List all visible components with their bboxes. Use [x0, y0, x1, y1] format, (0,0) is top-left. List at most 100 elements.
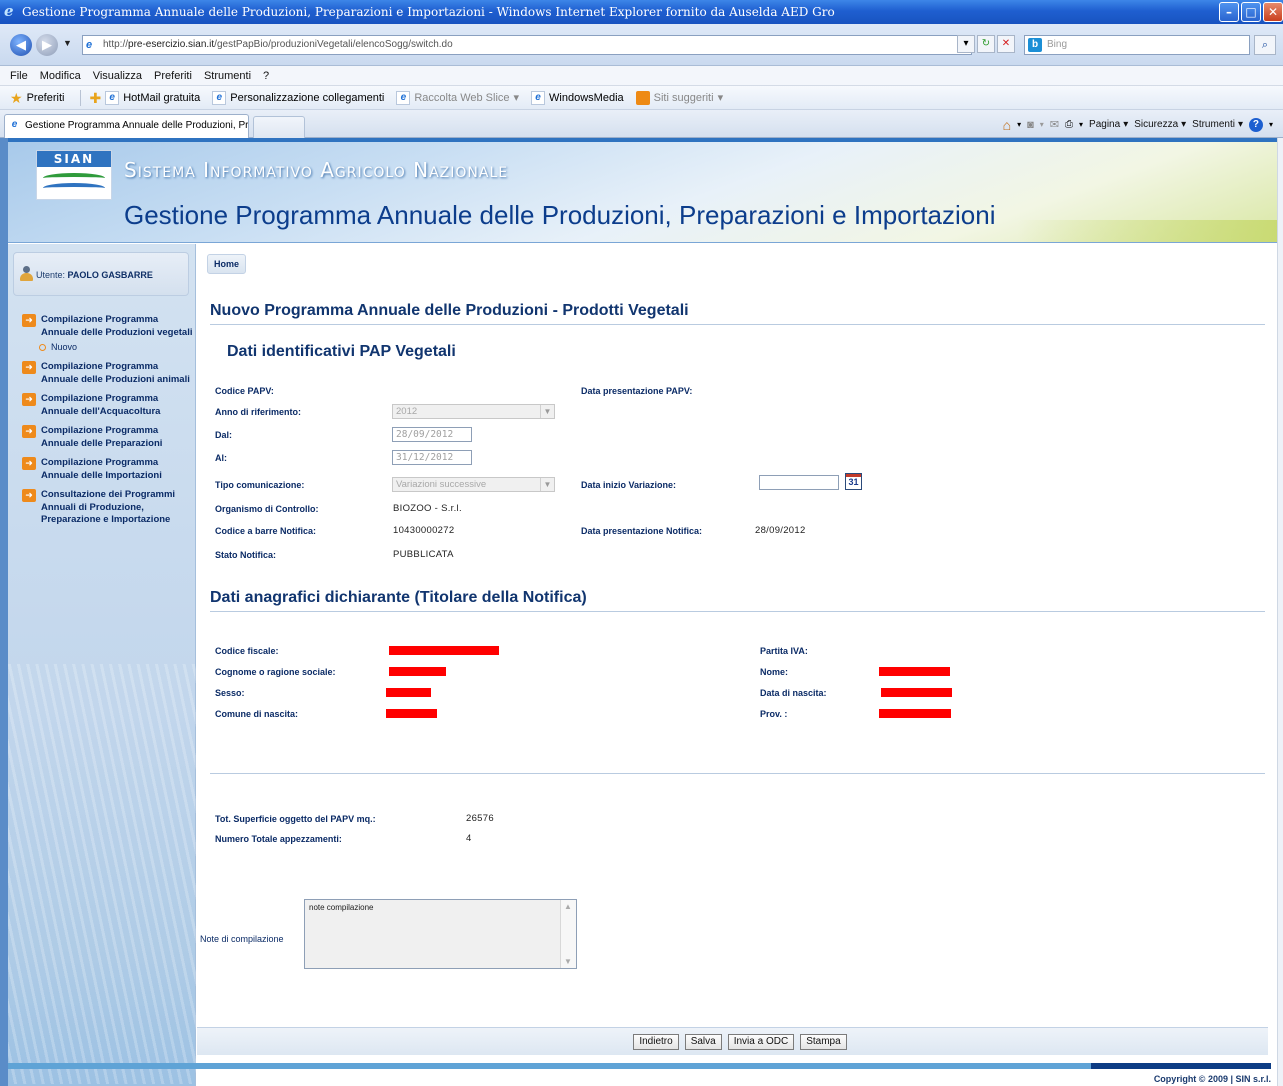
menu-help[interactable]: ? — [257, 66, 275, 85]
command-bar: ⌂ ▾ ◙ ▾ ✉ ⎙ ▾ Pagina ▾ Sicurezza ▾ Strument… — [1002, 116, 1273, 134]
notes-scrollbar[interactable]: ▲ ▼ — [560, 900, 576, 968]
stato-notifica-value: PUBBLICATA — [393, 549, 454, 560]
chevron-down-icon: ▼ — [540, 478, 554, 491]
fav-web-slice[interactable]: e Raccolta Web Slice ▾ — [396, 86, 519, 110]
arrow-right-icon: ➜ — [22, 393, 36, 406]
redaction-bar — [386, 688, 431, 697]
anno-label: Anno di riferimento: — [215, 407, 301, 417]
menu-pagina[interactable]: Pagina ▾ — [1089, 116, 1128, 134]
fav-hotmail[interactable]: e HotMail gratuita — [105, 86, 200, 110]
new-tab-button[interactable] — [253, 116, 305, 138]
breadcrumb-home[interactable]: Home — [207, 254, 247, 274]
nome-label: Nome: — [760, 667, 789, 677]
stampa-button[interactable]: Stampa — [800, 1034, 847, 1050]
calendar-icon[interactable]: 31 — [845, 473, 862, 490]
redaction-bar — [879, 667, 950, 676]
al-field[interactable]: 31/12/2012 — [392, 450, 472, 465]
fav-siti-suggeriti[interactable]: Siti suggeriti ▾ — [635, 86, 723, 110]
rss-icon[interactable]: ◙ — [1027, 116, 1034, 134]
home-icon[interactable]: ⌂ — [1003, 116, 1011, 134]
scroll-up-icon[interactable]: ▲ — [564, 902, 572, 911]
sidebar-item-importazioni[interactable]: ➜ Compilazione Programma Annuale delle I… — [22, 457, 194, 482]
notes-label: Note di compilazione — [200, 934, 284, 944]
invia-odc-button[interactable]: Invia a ODC — [727, 1034, 795, 1050]
sidebar-item-consultazione[interactable]: ➜ Consultazione dei Programmi Annuali di… — [22, 489, 194, 527]
ie-page-icon: e — [396, 90, 411, 105]
redaction-bar — [386, 709, 437, 718]
search-input[interactable]: b Bing — [1024, 35, 1250, 55]
system-name: Sistema Informativo Agricolo Nazionale — [124, 158, 509, 182]
forward-button[interactable]: ▶ — [36, 34, 58, 56]
print-icon[interactable]: ⎙ — [1065, 116, 1073, 134]
close-window-button[interactable]: ✕ — [1263, 2, 1283, 22]
data-nascita-label: Data di nascita: — [760, 688, 827, 698]
menu-strumenti-cmd[interactable]: Strumenti ▾ — [1192, 116, 1243, 134]
refresh-icon[interactable]: ↻ — [977, 35, 995, 53]
page-frame-left — [0, 138, 8, 1086]
footer-bar-accent — [1091, 1063, 1271, 1069]
back-button[interactable]: ◀ — [10, 34, 32, 56]
vertical-scrollbar[interactable] — [1277, 138, 1283, 1086]
url-dropdown-icon[interactable]: ▾ — [957, 35, 975, 53]
arrow-right-icon: ➜ — [22, 457, 36, 470]
sidebar-nav: ➜ Compilazione Programma Annuale delle P… — [22, 314, 194, 534]
data-inizio-variazione-field[interactable] — [759, 475, 839, 490]
dal-field[interactable]: 28/09/2012 — [392, 427, 472, 442]
url-field[interactable]: e http://pre-esercizio.sian.it/gestPapBi… — [82, 35, 972, 55]
help-icon[interactable]: ? — [1248, 118, 1263, 132]
stop-icon[interactable]: ✕ — [997, 35, 1015, 53]
sidebar-item-preparazioni[interactable]: ➜ Compilazione Programma Annuale delle P… — [22, 425, 194, 450]
tab-active[interactable]: e Gestione Programma Annuale delle Produ… — [4, 114, 249, 138]
tipo-comunicazione-select[interactable]: Variazioni successive ▼ — [392, 477, 555, 492]
site-banner: SIAN Sistema Informativo Agricolo Nazion… — [8, 138, 1277, 243]
window-title-bar: e Gestione Programma Annuale delle Produ… — [0, 0, 1283, 24]
user-name: PAOLO GASBARRE — [67, 270, 153, 280]
menu-visualizza[interactable]: Visualizza — [87, 66, 148, 85]
history-dropdown-icon[interactable]: ▼ — [63, 38, 72, 48]
section-title-ident: Dati identificativi PAP Vegetali — [227, 343, 456, 360]
tab-row: e Gestione Programma Annuale delle Produ… — [0, 110, 1283, 138]
codice-papv-label: Codice PAPV: — [215, 386, 274, 396]
organismo-label: Organismo di Controllo: — [215, 504, 319, 514]
mail-icon[interactable]: ✉ — [1050, 116, 1059, 134]
scroll-down-icon[interactable]: ▼ — [564, 957, 572, 966]
add-favorite-icon[interactable]: ✚ — [89, 86, 101, 110]
menu-sicurezza[interactable]: Sicurezza ▾ — [1134, 116, 1186, 134]
sidebar-item-animali[interactable]: ➜ Compilazione Programma Annuale delle P… — [22, 361, 194, 386]
menu-file[interactable]: File — [4, 66, 34, 85]
redaction-bar — [881, 688, 952, 697]
favorites-bar: ★ Preferiti ✚ e HotMail gratuita e Perso… — [0, 86, 1283, 110]
data-inizio-variazione-label: Data inizio Variazione: — [581, 480, 677, 490]
main-content: Home Nuovo Programma Annuale delle Produ… — [197, 244, 1272, 1086]
anno-select[interactable]: 2012 ▼ — [392, 404, 555, 419]
suggested-sites-icon — [635, 90, 650, 105]
stato-notifica-label: Stato Notifica: — [215, 550, 277, 560]
ie-page-icon: e — [212, 90, 227, 105]
sidebar-subitem-nuovo[interactable]: Nuovo — [22, 342, 194, 352]
dal-label: Dal: — [215, 430, 233, 440]
ie-page-icon: e — [105, 90, 120, 105]
notes-textarea[interactable] — [304, 899, 577, 969]
sian-logo[interactable]: SIAN — [36, 150, 112, 200]
maximize-button[interactable]: □ — [1241, 2, 1261, 22]
favorites-button[interactable]: ★ Preferiti — [10, 86, 64, 110]
chevron-down-icon: ▼ — [540, 405, 554, 418]
user-info: Utente: PAOLO GASBARRE — [13, 252, 189, 296]
data-presentazione-notifica-value: 28/09/2012 — [755, 525, 806, 536]
page-icon: e — [86, 39, 93, 51]
sidebar-item-vegetali[interactable]: ➜ Compilazione Programma Annuale delle P… — [22, 314, 194, 339]
salva-button[interactable]: Salva — [684, 1034, 722, 1050]
menu-strumenti[interactable]: Strumenti — [198, 66, 257, 85]
menu-modifica[interactable]: Modifica — [34, 66, 87, 85]
indietro-button[interactable]: Indietro — [633, 1034, 679, 1050]
organismo-value: BIOZOO - S.r.l. — [393, 503, 462, 514]
tipo-comunicazione-label: Tipo comunicazione: — [215, 480, 305, 490]
fav-windowsmedia[interactable]: e WindowsMedia — [531, 86, 624, 110]
menu-preferiti[interactable]: Preferiti — [148, 66, 198, 85]
minimize-button[interactable]: – — [1219, 2, 1239, 22]
fav-personalizzazione[interactable]: e Personalizzazione collegamenti — [212, 86, 384, 110]
appezzamenti-value: 4 — [466, 833, 472, 844]
data-presentazione-notifica-label: Data presentazione Notifica: — [581, 526, 703, 536]
search-icon[interactable]: ⌕ — [1254, 35, 1276, 55]
sidebar-item-acquacoltura[interactable]: ➜ Compilazione Programma Annuale dell'Ac… — [22, 393, 194, 418]
